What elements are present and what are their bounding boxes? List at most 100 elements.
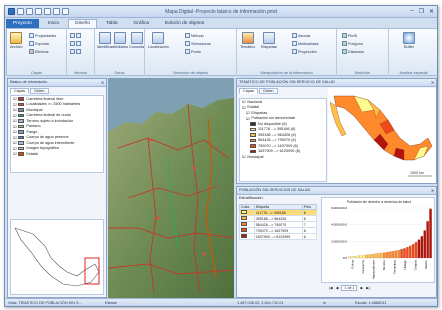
distancia-button[interactable]: Distancia <box>342 49 364 54</box>
location-icon <box>152 32 165 44</box>
punto-dropdown[interactable]: Punto <box>185 49 201 54</box>
chart-bar[interactable] <box>397 250 400 259</box>
next-page-icon[interactable]: ▶ <box>360 286 363 290</box>
layer-visibility-checkbox[interactable]: ☑ <box>13 113 16 118</box>
seleccionar-dropdown[interactable]: Seleccionar <box>185 41 211 46</box>
propiedades-button[interactable]: Propiedades <box>29 33 56 38</box>
tab-proyecto[interactable]: Proyecto <box>6 19 39 28</box>
overview-map[interactable] <box>10 219 104 295</box>
layer-visibility-checkbox[interactable]: ☑ <box>13 151 16 156</box>
vecinos-tool-3[interactable] <box>70 49 81 54</box>
minimize-button[interactable]: – <box>410 8 413 15</box>
chart-bar[interactable] <box>423 230 426 259</box>
poligono-button[interactable]: Polígono <box>342 41 363 46</box>
tree-checkbox[interactable]: ☑ <box>242 99 245 104</box>
layer-visibility-checkbox[interactable]: ☑ <box>13 102 16 107</box>
close-button[interactable]: ✕ <box>429 8 434 15</box>
chart-bar[interactable] <box>391 251 395 259</box>
chart-bar[interactable] <box>411 244 415 259</box>
tree-checkbox[interactable]: ☑ <box>242 105 245 110</box>
tematico-button[interactable]: Temático <box>240 32 255 49</box>
chart-bar[interactable] <box>356 255 360 259</box>
chart-bar[interactable] <box>400 249 403 259</box>
asociar-button[interactable]: Asociar <box>292 33 311 38</box>
tab-inicio[interactable]: Inicio <box>41 19 66 28</box>
chart-bar[interactable] <box>429 208 432 259</box>
chart-bar[interactable] <box>359 255 363 259</box>
chart-bar[interactable] <box>382 252 386 259</box>
identificar-button[interactable]: Identificar <box>97 32 113 49</box>
chart-bar[interactable] <box>420 236 424 259</box>
vecinos-tool-2[interactable] <box>70 41 81 46</box>
layer-visibility-checkbox[interactable]: ☑ <box>13 118 16 123</box>
close-icon[interactable]: ✕ <box>101 80 104 85</box>
layer-visibility-checkbox[interactable]: ☑ <box>13 107 16 112</box>
tree-item[interactable]: ☑ Municipal <box>240 154 326 160</box>
tab-capas[interactable]: Capas <box>10 88 29 94</box>
tab-orden[interactable]: Orden <box>29 88 49 94</box>
tab-orden-thematic[interactable]: Orden <box>258 88 278 94</box>
maximize-button[interactable]: ❐ <box>419 8 424 15</box>
tree-checkbox[interactable]: ☑ <box>246 110 249 115</box>
thematic-map[interactable]: 1000 km <box>328 88 436 183</box>
chart-bar[interactable] <box>368 254 371 259</box>
chart-bar[interactable] <box>374 253 377 259</box>
layer-visibility-checkbox[interactable]: ☑ <box>13 140 16 145</box>
chart-bar[interactable] <box>348 256 351 259</box>
localizacion-button[interactable]: Localización <box>148 32 169 49</box>
chart-bar[interactable] <box>426 221 429 259</box>
main-map[interactable] <box>108 78 234 298</box>
buffer-button[interactable]: Buffer <box>403 32 415 49</box>
chart-bar[interactable] <box>365 254 369 259</box>
chart-bar[interactable] <box>377 253 380 259</box>
layer-item[interactable]: ☑ Estatal <box>11 151 103 157</box>
tab-tabla[interactable]: Tabla <box>99 19 124 28</box>
tab-grafica[interactable]: Gráfica <box>127 19 156 28</box>
table-row[interactable]: 1637909 --> 6120999 6 <box>239 233 318 240</box>
layer-visibility-checkbox[interactable]: ☑ <box>13 124 16 129</box>
chart-bar[interactable] <box>409 245 412 259</box>
metodo-dropdown[interactable]: Método <box>185 33 204 38</box>
chart-bar[interactable] <box>414 242 418 259</box>
title-bar: Mapa Digital -Proyecto básico de informa… <box>5 6 437 18</box>
chart-bar[interactable] <box>406 247 409 259</box>
etiquetas-button[interactable]: Etiquetas <box>261 32 277 49</box>
archivo-button[interactable]: Archivo <box>10 32 23 49</box>
layer-swatch <box>18 141 25 145</box>
consulta-button[interactable]: Consulta <box>129 32 144 49</box>
chart-bar[interactable] <box>385 252 389 259</box>
layer-label: Municipal <box>26 107 43 112</box>
layer-visibility-checkbox[interactable]: ☑ <box>13 96 16 101</box>
tree-checkbox[interactable]: ☑ <box>246 116 249 121</box>
chart-bar[interactable] <box>388 251 392 259</box>
close-icon[interactable]: ✕ <box>431 80 434 85</box>
layer-visibility-checkbox[interactable]: ☑ <box>13 146 16 151</box>
chart-bar[interactable] <box>417 239 421 259</box>
proyeccion-button[interactable]: Proyección <box>292 49 317 54</box>
chart-bar[interactable] <box>371 254 374 259</box>
tree-checkbox[interactable]: ☑ <box>242 154 245 159</box>
pieb-button[interactable]: Pie/B <box>342 33 357 38</box>
first-page-icon[interactable]: |◀ <box>329 286 333 290</box>
close-icon[interactable]: ✕ <box>431 188 434 193</box>
chart-bar[interactable] <box>354 256 357 259</box>
multivariada-button[interactable]: Multivariada <box>292 41 318 46</box>
prev-page-icon[interactable]: ◀ <box>336 286 339 290</box>
layer-visibility-checkbox[interactable]: ☑ <box>13 135 16 140</box>
chart-bar[interactable] <box>362 255 366 259</box>
chart-bar[interactable] <box>394 250 398 259</box>
tab-diseno[interactable]: Diseño <box>68 19 98 28</box>
tab-edicion-objetos[interactable]: Edición de objetos <box>158 19 211 28</box>
eliminar-button[interactable]: Eliminar <box>29 49 49 54</box>
layer-list: ☑ Carretera federal libre ☑ Localidades >= … <box>10 95 104 173</box>
chart-bar[interactable] <box>403 248 406 259</box>
tab-capas-thematic[interactable]: Capas <box>239 88 258 94</box>
chart-bar[interactable] <box>351 256 354 259</box>
vecinos-tool-1[interactable] <box>70 33 81 38</box>
last-page-icon[interactable]: ▶| <box>366 286 370 290</box>
atributos-button[interactable]: Atributos <box>113 32 128 49</box>
chart-bar[interactable] <box>380 252 383 259</box>
exportar-button[interactable]: Exportar <box>29 41 49 46</box>
ribbon-tabs: Proyecto Inicio Diseño Tabla Gráfica Edi… <box>5 19 437 28</box>
layer-visibility-checkbox[interactable]: ☑ <box>13 129 16 134</box>
